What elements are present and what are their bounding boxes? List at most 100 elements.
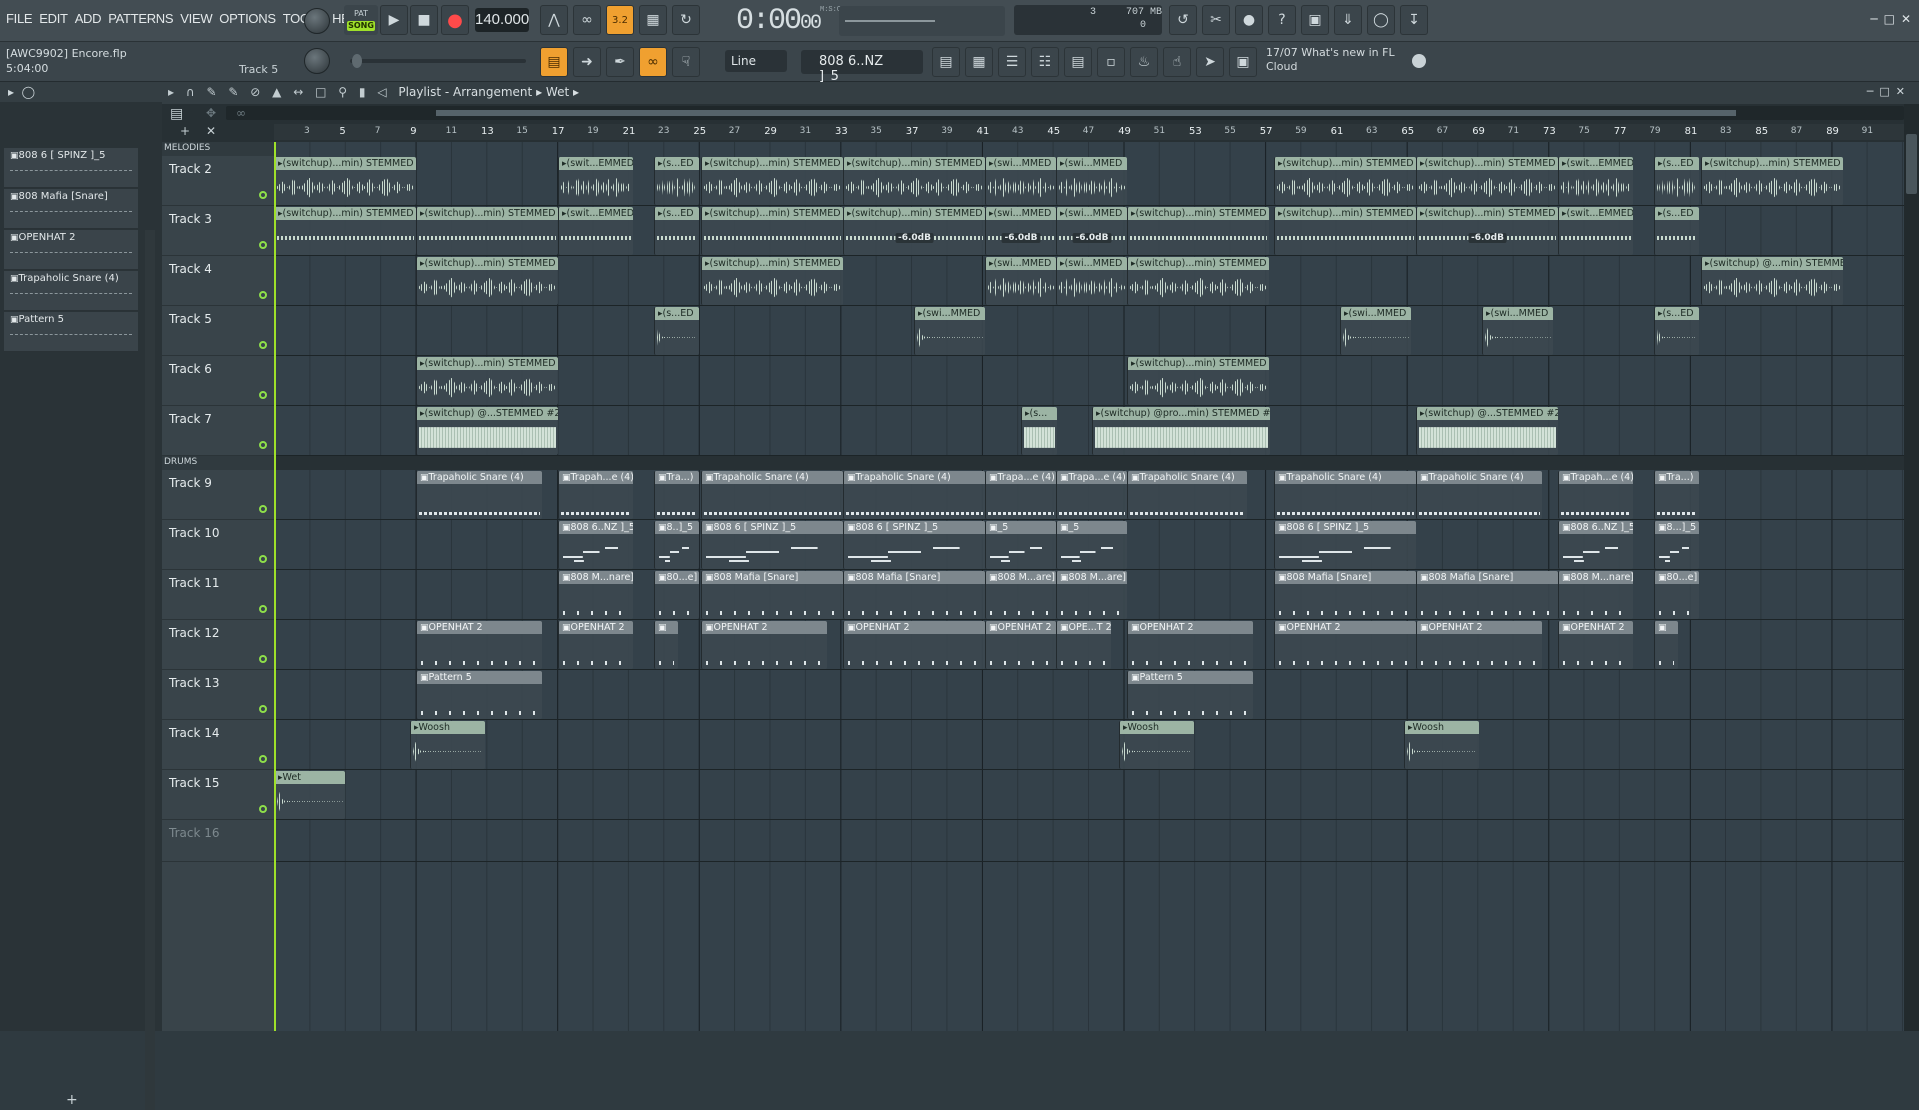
track-enable-led[interactable] <box>259 605 267 613</box>
pattern-clip[interactable]: 808 M...are] <box>985 571 1056 619</box>
audio-clip[interactable]: (switchup)...min) STEMMED <box>1274 157 1416 205</box>
pattern-clip[interactable]: _5 <box>985 521 1056 569</box>
arrow-icon[interactable]: ➜ <box>573 47 601 77</box>
track-header[interactable]: Track 10 <box>162 520 274 570</box>
help-icon[interactable]: ? <box>1268 5 1296 35</box>
menu-edit[interactable]: EDIT <box>39 11 68 26</box>
track-header[interactable]: Track 7 <box>162 406 274 456</box>
audio-clip[interactable]: (switchup)...min) STEMMED <box>416 357 558 405</box>
track-header[interactable]: Track 11 <box>162 570 274 620</box>
channel-pattern-5[interactable]: Pattern 5 <box>4 312 138 352</box>
pattern-clip[interactable]: 808 Mafia [Snare] <box>1416 571 1558 619</box>
pattern-clip[interactable]: 808 Mafia [Snare] <box>1274 571 1416 619</box>
brush-icon[interactable]: ✒ <box>606 47 634 77</box>
globe-icon[interactable] <box>1412 54 1426 68</box>
audio-clip[interactable]: (swit...EMMED <box>1558 157 1633 205</box>
timeline-ruler[interactable]: 3 5 7 9 11 13 15 17 19 21 23 25 27 29 31 33 35 37 39 41 43 45… <box>274 124 1904 140</box>
arrangement-grid[interactable]: (switchup)...min) STEMMED(swit...EMMED(s… <box>274 142 1904 1031</box>
play-button[interactable]: ▶ <box>380 5 408 35</box>
audio-clip[interactable]: (switchup)...min) STEMMED <box>416 257 558 305</box>
pattern-clip[interactable]: OPENHAT 2 <box>1127 621 1253 669</box>
audio-clip[interactable]: (s...ED <box>1654 157 1699 205</box>
countdown-button[interactable]: 3.2 <box>606 5 634 35</box>
undo-icon[interactable]: ↺ <box>1169 5 1197 35</box>
export-icon[interactable]: ⇓ <box>1334 5 1362 35</box>
pattern-clip[interactable]: OPENHAT 2 <box>1416 621 1542 669</box>
pattern-clip[interactable]: Trapaholic Snare (4) <box>843 471 985 519</box>
pattern-clip[interactable]: 808 Mafia [Snare] <box>843 571 985 619</box>
browser-scrollbar[interactable] <box>145 230 155 1110</box>
browser-icon[interactable]: ▤ <box>1064 47 1092 77</box>
arrow-icon[interactable]: ▸ <box>168 85 174 99</box>
pattern-clip[interactable] <box>654 621 678 669</box>
track-header[interactable]: Track 12 <box>162 620 274 670</box>
audio-clip[interactable]: (switchup) @...STEMMED #2 <box>416 407 558 455</box>
minimize-icon[interactable]: ─ <box>1867 85 1880 98</box>
section-melodies[interactable]: MELODIES <box>162 142 274 156</box>
audio-clip[interactable]: (swit...EMMED <box>1558 207 1633 255</box>
menu-patterns[interactable]: PATTERNS <box>108 11 173 26</box>
pattern-clip[interactable]: 80...e] <box>654 571 699 619</box>
pattern-clip[interactable]: 808 6..NZ ]_5 <box>558 521 633 569</box>
stop-button[interactable]: ■ <box>410 5 438 35</box>
cart-icon[interactable]: ▣ <box>1229 47 1257 77</box>
stamp-icon[interactable]: ☟ <box>672 47 700 77</box>
audio-clip[interactable]: (swi...MMED <box>985 157 1056 205</box>
audio-clip[interactable]: Woosh <box>1119 721 1194 769</box>
audio-clip[interactable]: (switchup)...min) STEMMED <box>274 157 416 205</box>
track-header[interactable]: Track 6 <box>162 356 274 406</box>
pattern-clip[interactable]: Trapaholic Snare (4) <box>1127 471 1247 519</box>
add-channel-icon[interactable]: + <box>66 1092 78 1108</box>
track-enable-led[interactable] <box>259 391 267 399</box>
master-pitch-knob[interactable] <box>304 48 330 74</box>
pattern-clip[interactable]: OPENHAT 2 <box>1274 621 1416 669</box>
move-icon[interactable]: ✥ <box>206 106 216 120</box>
menu-view[interactable]: VIEW <box>180 11 212 26</box>
audio-clip[interactable]: (swi...MMED <box>1340 307 1411 355</box>
speaker-icon[interactable]: ▮ <box>359 85 366 99</box>
audio-clip[interactable]: (s...ED <box>1654 307 1699 355</box>
mute-icon[interactable]: ▲ <box>272 85 281 99</box>
channel-rack-icon[interactable]: ☰ <box>998 47 1026 77</box>
pattern-clip[interactable]: 80...e] <box>1654 571 1699 619</box>
cut-icon[interactable]: ✂ <box>1202 5 1230 35</box>
pattern-clip[interactable]: Trapa...e (4) <box>985 471 1056 519</box>
pattern-clip[interactable]: Trapaholic Snare (4) <box>701 471 843 519</box>
maximize-icon[interactable]: □ <box>1884 12 1895 26</box>
playlist-icon[interactable]: ▤ <box>932 47 960 77</box>
audio-clip[interactable]: (switchup)...min) STEMMED <box>701 257 843 305</box>
audio-clip[interactable]: (switchup)...min) STEMMED <box>274 207 416 255</box>
pattern-clip[interactable]: Pattern 5 <box>416 671 542 719</box>
section-drums[interactable]: DRUMS <box>162 456 274 470</box>
track-enable-led[interactable] <box>259 805 267 813</box>
audio-clip[interactable]: (s...ED <box>654 157 699 205</box>
audio-clip[interactable]: (switchup)...min) STEMMED <box>1416 157 1558 205</box>
metronome-icon[interactable]: ⋀ <box>540 5 568 35</box>
pattern-clip[interactable]: OPENHAT 2 <box>701 621 827 669</box>
track-enable-led[interactable] <box>259 441 267 449</box>
save-icon[interactable]: ▣ <box>1301 5 1329 35</box>
audio-clip[interactable]: (s...ED <box>654 307 699 355</box>
paint-icon[interactable]: ✎ <box>228 85 238 99</box>
pattern-clip[interactable]: 808 M...nare] <box>558 571 633 619</box>
track-enable-led[interactable] <box>259 655 267 663</box>
audio-clip[interactable]: (switchup)...min) STEMMED -6.0dB <box>1416 207 1558 255</box>
audio-clip[interactable]: (swi...MMED -6.0dB <box>985 207 1056 255</box>
pattern-clip[interactable]: 808 6 [ SPINZ ]_5 <box>843 521 985 569</box>
audio-clip[interactable]: Woosh <box>410 721 485 769</box>
play-arrow-icon[interactable]: ▸ <box>8 85 14 99</box>
playhead-marker[interactable] <box>274 142 276 1031</box>
audio-clip[interactable]: (swi...MMED <box>1482 307 1553 355</box>
pattern-select[interactable]: 808 6..NZ ]_5 <box>801 50 923 84</box>
channel-808-spinz[interactable]: 808 6 [ SPINZ ]_5 <box>4 148 138 188</box>
track-header[interactable]: Track 16 <box>162 820 274 862</box>
tempo-display[interactable]: 140.000 <box>475 8 529 32</box>
audio-clip[interactable]: (switchup)...min) STEMMED <box>1127 257 1269 305</box>
remove-track-icon[interactable]: ✕ <box>206 124 216 138</box>
audio-clip[interactable]: (swit...EMMED <box>558 207 633 255</box>
pattern-clip[interactable]: OPENHAT 2 <box>1558 621 1633 669</box>
track-header[interactable]: Track 3 <box>162 206 274 256</box>
magnet-icon[interactable]: ∩ <box>186 85 195 99</box>
pattern-clip[interactable]: OPENHAT 2 <box>416 621 542 669</box>
audio-clip[interactable]: (swi...MMED <box>914 307 985 355</box>
